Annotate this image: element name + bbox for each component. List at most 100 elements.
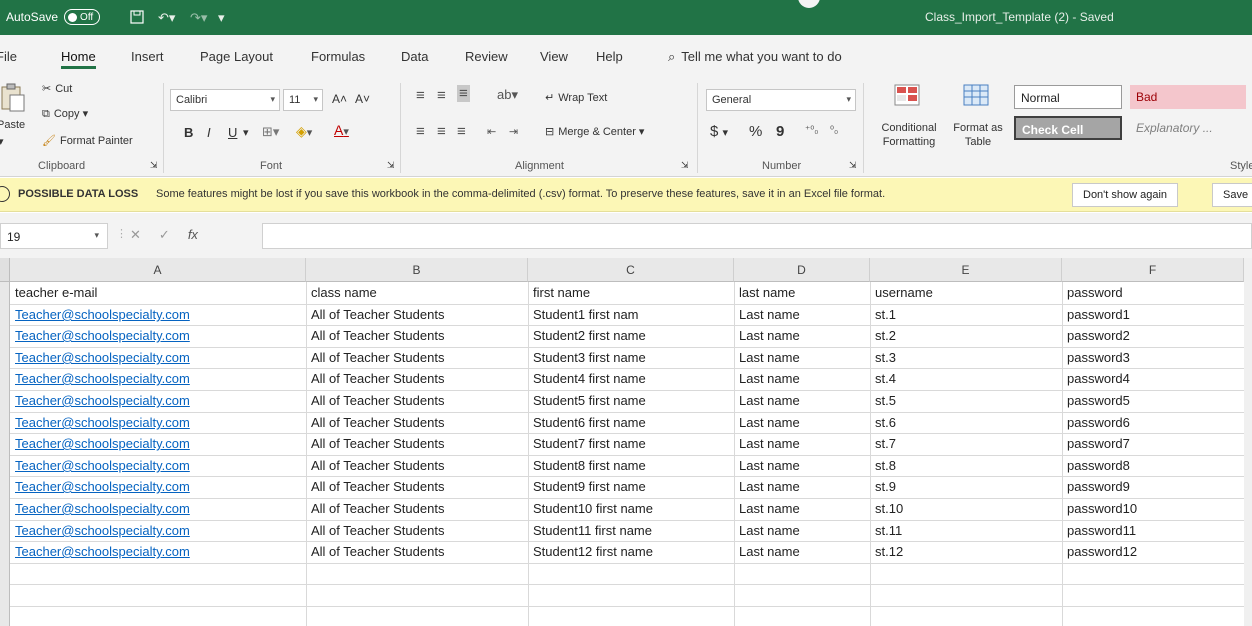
font-size-select[interactable]: 11 ▾ xyxy=(283,89,323,111)
bold-button[interactable]: B xyxy=(184,125,193,140)
table-cell[interactable]: Last name xyxy=(739,307,867,322)
table-cell[interactable]: Student4 first name xyxy=(533,371,731,386)
column-header-a[interactable]: A xyxy=(10,258,306,282)
tab-help[interactable]: Help xyxy=(596,49,623,64)
redo-icon[interactable]: ↷▾ xyxy=(190,10,207,26)
table-cell[interactable]: All of Teacher Students xyxy=(311,350,525,365)
conditional-formatting-icon[interactable] xyxy=(893,83,923,112)
table-cell[interactable]: password10 xyxy=(1067,501,1241,516)
tab-review[interactable]: Review xyxy=(465,49,508,64)
tab-insert[interactable]: Insert xyxy=(131,49,164,64)
table-cell[interactable]: Student7 first name xyxy=(533,436,731,451)
percent-button[interactable]: % xyxy=(749,123,762,140)
table-cell[interactable]: password1 xyxy=(1067,307,1241,322)
email-link-cell[interactable]: Teacher@schoolspecialty.com xyxy=(15,436,303,451)
table-cell[interactable]: Student10 first name xyxy=(533,501,731,516)
table-cell[interactable]: Student12 first name xyxy=(533,544,731,559)
table-cell[interactable]: All of Teacher Students xyxy=(311,393,525,408)
select-all-corner[interactable] xyxy=(0,258,10,282)
table-cell[interactable]: st.10 xyxy=(875,501,1059,516)
font-launcher-icon[interactable]: ⇲ xyxy=(387,160,395,171)
table-cell[interactable]: Last name xyxy=(739,350,867,365)
row-headers[interactable] xyxy=(0,282,10,626)
table-cell[interactable]: Last name xyxy=(739,328,867,343)
customize-quick-access-icon[interactable]: ▾ xyxy=(218,10,225,26)
table-cell[interactable]: st.8 xyxy=(875,458,1059,473)
orientation-icon[interactable]: ab▾ xyxy=(497,87,518,103)
table-cell[interactable]: Last name xyxy=(739,479,867,494)
save-as-button[interactable]: Save xyxy=(1212,183,1252,207)
align-center-icon[interactable]: ≡ xyxy=(437,123,446,140)
table-cell[interactable]: password2 xyxy=(1067,328,1241,343)
table-cell[interactable]: Last name xyxy=(739,415,867,430)
table-cell[interactable]: Last name xyxy=(739,436,867,451)
save-icon[interactable] xyxy=(130,10,144,27)
table-cell[interactable]: st.2 xyxy=(875,328,1059,343)
table-cell[interactable]: Last name xyxy=(739,371,867,386)
table-cell[interactable]: st.4 xyxy=(875,371,1059,386)
style-check-cell[interactable]: Check Cell xyxy=(1014,116,1122,140)
table-cell[interactable]: st.11 xyxy=(875,523,1059,538)
table-cell[interactable]: Last name xyxy=(739,458,867,473)
paste-dropdown-icon[interactable]: ▾ xyxy=(0,135,4,148)
table-cell[interactable]: password3 xyxy=(1067,350,1241,365)
column-header-e[interactable]: E xyxy=(870,258,1062,282)
email-link-cell[interactable]: Teacher@schoolspecialty.com xyxy=(15,479,303,494)
email-link-cell[interactable]: Teacher@schoolspecialty.com xyxy=(15,371,303,386)
insert-function-icon[interactable]: fx xyxy=(188,227,198,243)
increase-decimal-icon[interactable]: ⁺⁰₀ xyxy=(805,125,818,136)
table-cell[interactable]: Student5 first name xyxy=(533,393,731,408)
table-cell[interactable]: st.9 xyxy=(875,479,1059,494)
table-cell[interactable]: password11 xyxy=(1067,523,1241,538)
table-cell[interactable]: All of Teacher Students xyxy=(311,523,525,538)
align-middle-icon[interactable]: ≡ xyxy=(437,87,446,104)
table-cell[interactable]: Student9 first name xyxy=(533,479,731,494)
table-cell[interactable]: Student1 first nam xyxy=(533,307,731,322)
tab-home[interactable]: Home xyxy=(61,49,96,69)
format-painter-button[interactable]: 🖌 Format Painter xyxy=(42,134,133,147)
column-header-b[interactable]: B xyxy=(306,258,528,282)
conditional-formatting-button[interactable]: Conditional Formatting xyxy=(874,121,944,149)
email-link-cell[interactable]: Teacher@schoolspecialty.com xyxy=(15,350,303,365)
formula-input[interactable] xyxy=(262,223,1252,249)
table-cell[interactable]: All of Teacher Students xyxy=(311,479,525,494)
tell-me-search[interactable]: ⌕ Tell me what you want to do xyxy=(668,49,842,65)
table-cell[interactable]: All of Teacher Students xyxy=(311,501,525,516)
header-cell[interactable]: last name xyxy=(739,285,867,300)
tab-formulas[interactable]: Formulas xyxy=(311,49,365,64)
decrease-decimal-icon[interactable]: ⁰₀ xyxy=(830,125,838,136)
table-cell[interactable]: All of Teacher Students xyxy=(311,307,525,322)
table-cell[interactable]: st.7 xyxy=(875,436,1059,451)
format-as-table-icon[interactable] xyxy=(962,83,992,112)
align-top-icon[interactable]: ≡ xyxy=(416,87,425,104)
style-explanatory[interactable]: Explanatory ... xyxy=(1130,116,1246,140)
table-cell[interactable]: All of Teacher Students xyxy=(311,436,525,451)
table-cell[interactable]: password9 xyxy=(1067,479,1241,494)
paste-button[interactable]: Paste xyxy=(0,119,25,131)
table-cell[interactable]: Last name xyxy=(739,523,867,538)
tab-view[interactable]: View xyxy=(540,49,568,64)
table-cell[interactable]: All of Teacher Students xyxy=(311,415,525,430)
currency-button[interactable]: $ ▾ xyxy=(710,123,728,140)
tab-file[interactable]: File xyxy=(0,49,17,64)
table-cell[interactable]: password5 xyxy=(1067,393,1241,408)
table-cell[interactable]: Student2 first name xyxy=(533,328,731,343)
table-cell[interactable]: st.1 xyxy=(875,307,1059,322)
tab-data[interactable]: Data xyxy=(401,49,428,64)
tab-page-layout[interactable]: Page Layout xyxy=(200,49,273,64)
shrink-font-button[interactable]: A˅ xyxy=(355,92,370,106)
table-cell[interactable]: st.12 xyxy=(875,544,1059,559)
table-cell[interactable]: password12 xyxy=(1067,544,1241,559)
font-color-icon[interactable]: A▾ xyxy=(334,122,349,138)
header-cell[interactable]: password xyxy=(1067,285,1241,300)
wrap-text-button[interactable]: ↵ Wrap Text xyxy=(545,91,607,104)
email-link-cell[interactable]: Teacher@schoolspecialty.com xyxy=(15,501,303,516)
align-bottom-icon[interactable]: ≡ xyxy=(457,85,470,102)
table-cell[interactable]: All of Teacher Students xyxy=(311,328,525,343)
alignment-launcher-icon[interactable]: ⇲ xyxy=(681,160,689,171)
enter-icon[interactable]: ✓ xyxy=(159,227,170,243)
autosave-control[interactable]: AutoSave Off xyxy=(6,9,101,25)
table-cell[interactable]: password7 xyxy=(1067,436,1241,451)
number-format-select[interactable]: General ▾ xyxy=(706,89,856,111)
table-cell[interactable]: st.3 xyxy=(875,350,1059,365)
